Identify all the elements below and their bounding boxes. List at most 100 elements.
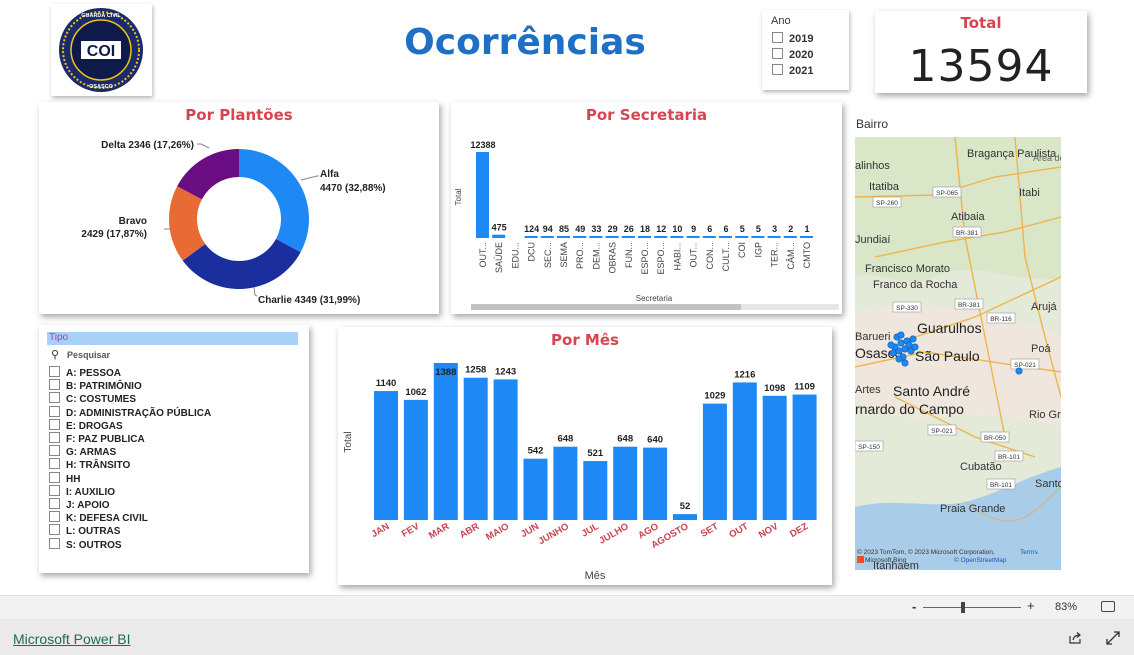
mes-bar[interactable]: [493, 379, 518, 520]
tipo-item[interactable]: I: AUXILIO: [49, 484, 115, 498]
checkbox[interactable]: [49, 392, 60, 404]
mes-bar[interactable]: [523, 458, 548, 520]
tipo-item[interactable]: A: PESSOA: [49, 366, 121, 379]
secretaria-bar[interactable]: [492, 234, 506, 238]
secretaria-bar[interactable]: [800, 236, 813, 238]
fullscreen-icon[interactable]: [1106, 631, 1120, 645]
checkbox[interactable]: [49, 379, 60, 391]
zoom-slider-thumb[interactable]: [961, 602, 965, 613]
mes-bar[interactable]: [762, 395, 787, 520]
secretaria-bar[interactable]: [670, 236, 684, 238]
mes-bar[interactable]: [403, 399, 428, 520]
mes-bar[interactable]: [583, 461, 608, 520]
map-point[interactable]: [897, 331, 905, 339]
tipo-item[interactable]: B: PATRIMÔNIO: [49, 379, 142, 392]
bairro-map[interactable]: Bragança Paulista alinhos Itatiba Atibaia Ju…: [855, 137, 1061, 570]
secretaria-bar[interactable]: [751, 236, 765, 238]
secretaria-bar[interactable]: [719, 236, 732, 238]
secretaria-bar[interactable]: [589, 236, 603, 238]
secretaria-scrollbar[interactable]: [471, 304, 839, 310]
secretaria-bar[interactable]: [621, 236, 635, 238]
secretaria-bar[interactable]: [605, 236, 619, 238]
secretaria-bar[interactable]: [702, 236, 716, 238]
label-delta: Delta 2346 (17,26%): [101, 140, 194, 151]
checkbox[interactable]: [49, 432, 60, 443]
mes-bar[interactable]: [433, 363, 458, 520]
secretaria-bar[interactable]: [476, 152, 489, 238]
tipo-item[interactable]: G: ARMAS: [49, 445, 116, 458]
map-terms-link[interactable]: Terms: [1020, 549, 1038, 556]
ano-option-2020[interactable]: 2020: [772, 48, 813, 61]
ano-option-2019[interactable]: 2019: [772, 32, 813, 45]
checkbox[interactable]: [49, 524, 60, 536]
map-point[interactable]: [895, 355, 903, 363]
mes-bar[interactable]: [673, 514, 697, 520]
tipo-item[interactable]: L: OUTRAS: [49, 524, 120, 537]
checkbox[interactable]: [49, 511, 60, 523]
mes-bar[interactable]: [643, 447, 668, 520]
tipo-item[interactable]: C: COSTUMES: [49, 392, 136, 405]
secretaria-bar[interactable]: [686, 236, 700, 238]
tipo-search-input[interactable]: Pesquisar: [67, 350, 110, 360]
donut-slice-alfa[interactable]: [239, 149, 309, 253]
secretaria-bar[interactable]: [540, 236, 554, 238]
checkbox[interactable]: [49, 418, 60, 430]
map-point[interactable]: [909, 335, 917, 343]
secretaria-tick: CMTO: [802, 242, 812, 268]
checkbox[interactable]: [49, 537, 60, 549]
tipo-item[interactable]: D: ADMINISTRAÇÃO PÚBLICA: [49, 405, 211, 419]
power-bi-link[interactable]: Microsoft Power BI: [13, 631, 130, 647]
secretaria-bar[interactable]: [783, 236, 797, 238]
secretaria-bar[interactable]: [767, 236, 781, 238]
mes-tick: SET: [699, 521, 721, 540]
map-point[interactable]: [1015, 367, 1023, 375]
map-osm-link[interactable]: © OpenStreetMap: [954, 556, 1007, 564]
mes-bar[interactable]: [702, 403, 727, 520]
checkbox[interactable]: [49, 366, 60, 377]
map-point[interactable]: [887, 341, 895, 349]
checkbox[interactable]: [772, 64, 783, 75]
map-place-label: Praia Grande: [940, 503, 1005, 515]
zoom-slider[interactable]: [923, 602, 1021, 613]
checkbox[interactable]: [49, 484, 60, 496]
zoom-out-button[interactable]: -: [912, 599, 916, 614]
tipo-item[interactable]: H: TRÂNSITO: [49, 458, 130, 471]
mes-bar[interactable]: [374, 391, 398, 520]
secretaria-bar[interactable]: [573, 236, 587, 238]
mes-bar[interactable]: [732, 382, 757, 520]
secretaria-bar[interactable]: [654, 236, 668, 238]
map-point[interactable]: [901, 359, 909, 367]
checkbox[interactable]: [49, 471, 60, 483]
tipo-item[interactable]: HH: [49, 471, 80, 485]
secretaria-bar[interactable]: [524, 236, 538, 238]
mes-bar[interactable]: [613, 446, 638, 520]
map-point[interactable]: [911, 343, 919, 351]
checkbox[interactable]: [49, 498, 60, 509]
mes-bar[interactable]: [553, 446, 578, 520]
fit-page-icon[interactable]: [1101, 601, 1115, 612]
zoom-in-button[interactable]: +: [1027, 598, 1035, 613]
map-point[interactable]: [889, 349, 897, 357]
secretaria-scroll-thumb[interactable]: [471, 304, 741, 310]
mes-bar[interactable]: [463, 377, 488, 520]
secretaria-bar[interactable]: [557, 236, 570, 238]
ano-option-2021[interactable]: 2021: [772, 64, 813, 77]
map-point[interactable]: [897, 339, 905, 347]
mes-bar[interactable]: [792, 394, 817, 520]
secretaria-bar[interactable]: [638, 236, 651, 238]
share-icon[interactable]: [1068, 631, 1082, 645]
checkbox[interactable]: [49, 445, 60, 457]
checkbox[interactable]: [49, 405, 60, 417]
tipo-item[interactable]: E: DROGAS: [49, 418, 123, 432]
tipo-item[interactable]: F: PAZ PUBLICA: [49, 432, 145, 445]
secretaria-bar[interactable]: [735, 236, 749, 238]
tipo-search[interactable]: ⚲ Pesquisar: [49, 348, 299, 362]
map-place-label: Jundiaí: [855, 234, 890, 246]
map-point[interactable]: [905, 341, 913, 349]
checkbox[interactable]: [772, 32, 783, 43]
tipo-item[interactable]: J: APOIO: [49, 498, 110, 511]
tipo-item[interactable]: K: DEFESA CIVIL: [49, 511, 148, 524]
tipo-item[interactable]: S: OUTROS: [49, 537, 122, 551]
checkbox[interactable]: [772, 48, 783, 59]
checkbox[interactable]: [49, 458, 60, 470]
